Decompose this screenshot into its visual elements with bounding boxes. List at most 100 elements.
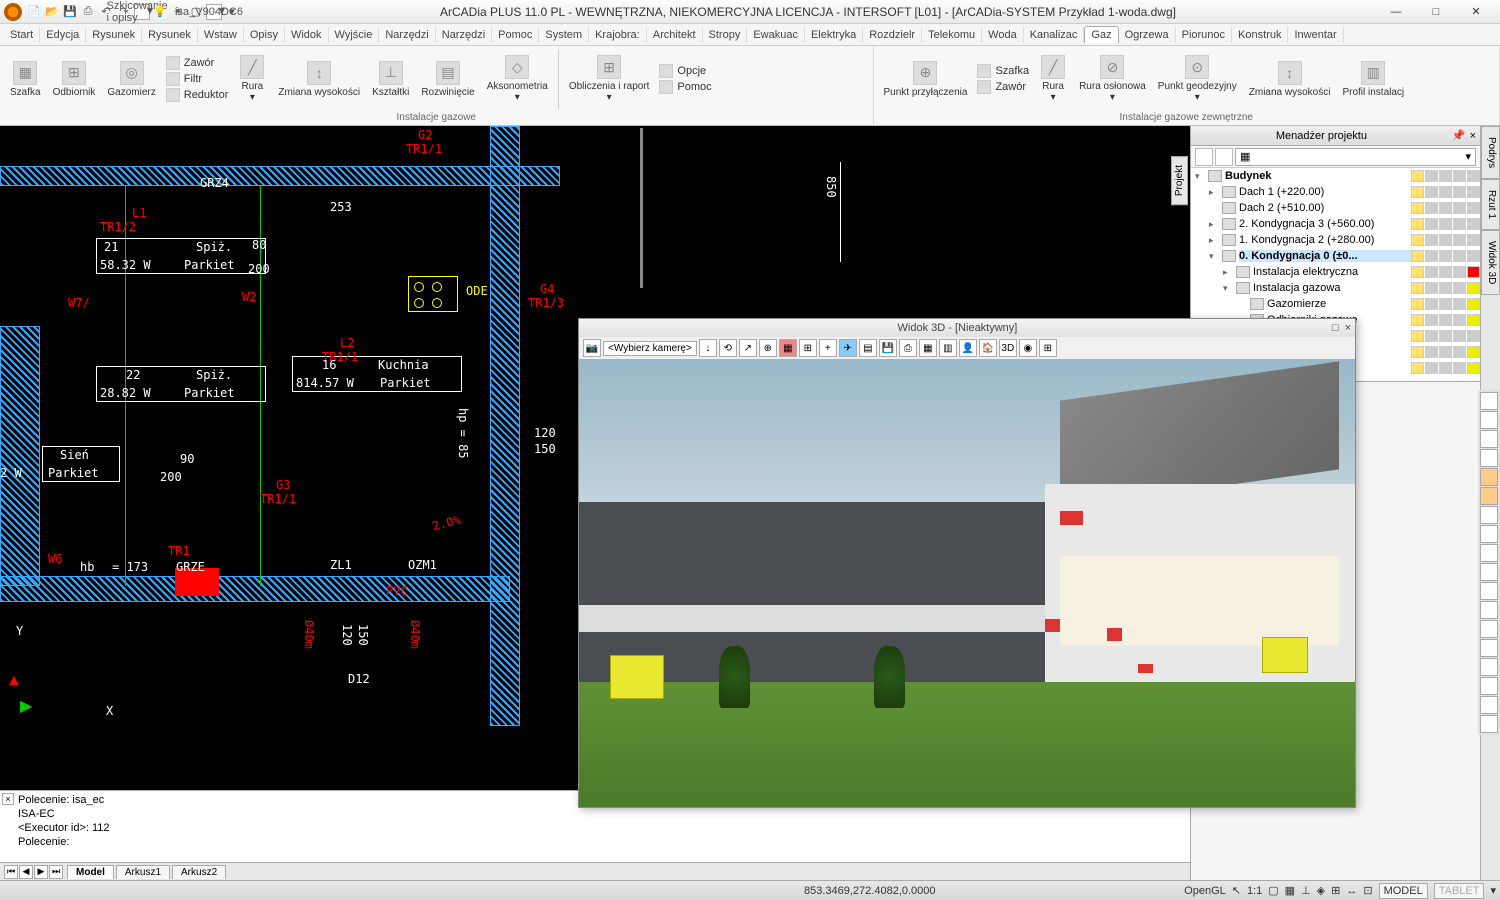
ribbon-ksztaltki[interactable]: ⊥Kształtki — [366, 59, 415, 100]
tab-wstaw[interactable]: Wstaw — [198, 27, 244, 43]
tab-rysunek[interactable]: Rysunek — [86, 27, 142, 43]
ribbon-rozwiniecie[interactable]: ▤Rozwinięcie — [415, 59, 480, 100]
rt-9[interactable] — [1480, 544, 1498, 562]
ribbon-odbiornik[interactable]: ⊞Odbiornik — [47, 59, 102, 100]
status-i1[interactable]: ▢ — [1268, 884, 1278, 897]
v3d-b6[interactable]: ⊞ — [799, 339, 817, 357]
rt-14[interactable] — [1480, 639, 1498, 657]
status-cursor-icon[interactable]: ↖ — [1232, 884, 1241, 897]
rt-15[interactable] — [1480, 658, 1498, 676]
status-i3[interactable]: ⊥ — [1301, 884, 1311, 897]
tree-row[interactable]: ▸2. Kondygnacja 3 (+560.00) — [1191, 216, 1480, 232]
rt-3[interactable] — [1480, 430, 1498, 448]
ribbon-rura2[interactable]: ╱Rura▾ — [1033, 53, 1073, 105]
view3d-titlebar[interactable]: Widok 3D - [Nieaktywny] □ × — [579, 319, 1355, 337]
view3d-render[interactable] — [579, 359, 1355, 807]
status-i7[interactable]: ⊡ — [1363, 884, 1372, 897]
status-i8[interactable]: ▾ — [1490, 884, 1496, 897]
tree-row[interactable]: ▸Dach 1 (+220.00) — [1191, 184, 1480, 200]
tab-rozdzielr[interactable]: Rozdzielr — [863, 27, 922, 43]
minimize-button[interactable]: — — [1376, 0, 1416, 24]
qat-dropdown-icon[interactable]: ▾ — [224, 4, 240, 20]
tab-opisy[interactable]: Opisy — [244, 27, 285, 43]
ribbon-gazomierz[interactable]: ◎Gazomierz — [101, 59, 161, 100]
rt-11[interactable] — [1480, 582, 1498, 600]
ribbon-aksonometria[interactable]: ◇Aksonometria▾ — [481, 53, 554, 105]
ribbon-zawor[interactable]: Zawór — [166, 56, 229, 70]
sheet-arkusz2[interactable]: Arkusz2 — [172, 865, 226, 879]
qat-bulb-icon[interactable]: 💡 — [152, 4, 168, 20]
tab-inwentar[interactable]: Inwentar — [1288, 27, 1343, 43]
v3d-b5[interactable]: ▦ — [779, 339, 797, 357]
ribbon-opcje[interactable]: Opcje — [659, 64, 711, 78]
tree-row[interactable]: ▸1. Kondygnacja 2 (+280.00) — [1191, 232, 1480, 248]
tab-widok[interactable]: Widok — [285, 27, 329, 43]
rt-17[interactable] — [1480, 696, 1498, 714]
pp-btn1[interactable] — [1195, 148, 1213, 166]
ribbon-pomoc[interactable]: Pomoc — [659, 80, 711, 94]
qat-mode-combo[interactable]: Szkicowanie i opisy ▼ — [134, 4, 150, 20]
tab-woda[interactable]: Woda — [982, 27, 1024, 43]
tree-row[interactable]: ▾0. Kondygnacja 0 (±0... — [1191, 248, 1480, 264]
tab-krajobraz[interactable]: Krajobra: — [589, 27, 647, 43]
ribbon-punkt-geo[interactable]: ⊙Punkt geodezyjny▾ — [1152, 53, 1243, 105]
view3d-close-icon[interactable]: × — [1345, 322, 1351, 334]
v3d-b17[interactable]: ◉ — [1019, 339, 1037, 357]
status-i2[interactable]: ▦ — [1285, 884, 1295, 897]
ribbon-zmiana-wys2[interactable]: ↕Zmiana wysokości — [1243, 59, 1337, 100]
tree-row[interactable]: Dach 2 (+510.00) — [1191, 200, 1480, 216]
qat-layer-combo[interactable]: isa_V904DC6 ▼ — [206, 4, 222, 20]
tab-pomoc[interactable]: Pomoc — [492, 27, 539, 43]
qat-new-icon[interactable]: 📄 — [26, 4, 42, 20]
v3d-camera-combo[interactable]: <Wybierz kamerę> — [603, 341, 697, 356]
view3d-restore-icon[interactable]: □ — [1332, 322, 1339, 334]
status-scale[interactable]: 1:1 — [1247, 885, 1262, 897]
v3d-b10[interactable]: 💾 — [879, 339, 897, 357]
tab-system[interactable]: System — [539, 27, 589, 43]
v3d-b11[interactable]: ⎙ — [899, 339, 917, 357]
rt-12[interactable] — [1480, 601, 1498, 619]
ribbon-zawor2[interactable]: Zawór — [977, 80, 1029, 94]
tab-kanalizac[interactable]: Kanalizac — [1024, 27, 1085, 43]
v3d-b8[interactable]: ✈ — [839, 339, 857, 357]
rt-4[interactable] — [1480, 449, 1498, 467]
v3d-b4[interactable]: ⊕ — [759, 339, 777, 357]
ribbon-punkt-przyl[interactable]: ⊕Punkt przyłączenia — [878, 59, 974, 100]
sheet-first-icon[interactable]: ⏮ — [4, 865, 18, 879]
rt-2[interactable] — [1480, 411, 1498, 429]
v3d-b14[interactable]: 👤 — [959, 339, 977, 357]
ribbon-szafka2[interactable]: Szafka — [977, 64, 1029, 78]
v3d-b18[interactable]: ⊞ — [1039, 339, 1057, 357]
sheet-last-icon[interactable]: ⏭ — [49, 865, 63, 879]
ribbon-profil[interactable]: ▥Profil instalacj — [1336, 59, 1410, 100]
tab-start[interactable]: Start — [4, 27, 40, 43]
tree-row[interactable]: Gazomierze — [1191, 296, 1480, 312]
tab-konstruk[interactable]: Konstruk — [1232, 27, 1288, 43]
ribbon-zmiana-wys[interactable]: ↕Zmiana wysokości — [272, 59, 366, 100]
tree-row[interactable]: ▾Instalacja gazowa — [1191, 280, 1480, 296]
rt-1[interactable] — [1480, 392, 1498, 410]
rt-6[interactable] — [1480, 487, 1498, 505]
rt-5[interactable] — [1480, 468, 1498, 486]
ribbon-reduktor[interactable]: Reduktor — [166, 88, 229, 102]
ribbon-obliczenia[interactable]: ⊞Obliczenia i raport▾ — [563, 53, 656, 105]
status-i6[interactable]: ↔ — [1346, 885, 1357, 897]
view3d-window[interactable]: Widok 3D - [Nieaktywny] □ × 📷 <Wybierz k… — [578, 318, 1356, 808]
side-tab-widok3d[interactable]: Widok 3D — [1481, 230, 1500, 295]
rt-18[interactable] — [1480, 715, 1498, 733]
tree-row[interactable]: ▾Budynek — [1191, 168, 1480, 184]
tab-narzedzia[interactable]: Narzędzi — [379, 27, 435, 43]
pp-btn2[interactable] — [1215, 148, 1233, 166]
sheet-next-icon[interactable]: ▶ — [34, 865, 48, 879]
tab-edycja[interactable]: Edycja — [40, 27, 86, 43]
tab-architekt[interactable]: Architekt — [647, 27, 703, 43]
sheet-arkusz1[interactable]: Arkusz1 — [116, 865, 170, 879]
sheet-prev-icon[interactable]: ◀ — [19, 865, 33, 879]
tree-row[interactable]: ▸Instalacja elektryczna — [1191, 264, 1480, 280]
ribbon-rura[interactable]: ╱Rura▾ — [232, 53, 272, 105]
ribbon-szafka[interactable]: ▦Szafka — [4, 59, 47, 100]
v3d-b13[interactable]: ▥ — [939, 339, 957, 357]
side-tab-podrys[interactable]: Podrys — [1481, 126, 1500, 179]
tab-ogrzewa[interactable]: Ogrzewa — [1119, 27, 1176, 43]
rt-10[interactable] — [1480, 563, 1498, 581]
